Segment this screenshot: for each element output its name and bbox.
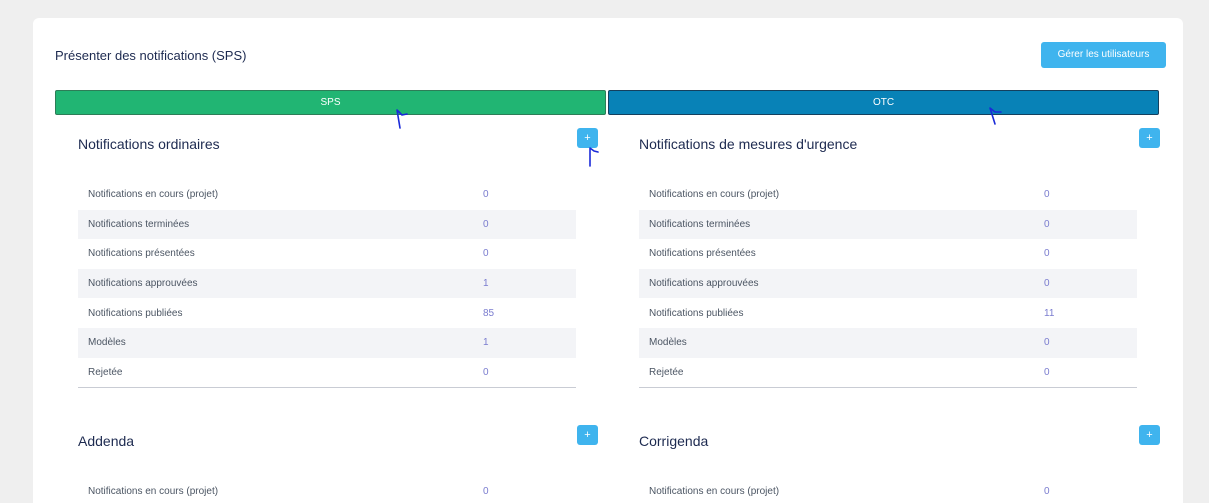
stat-label: Notifications en cours (projet) — [649, 189, 780, 201]
stat-value: 0 — [1044, 366, 1050, 378]
stat-value: 0 — [483, 248, 489, 260]
stat-row[interactable]: Notifications terminées 0 — [78, 209, 576, 240]
stat-row[interactable]: Notifications présentées 0 — [639, 239, 1137, 269]
stat-label: Notifications présentées — [88, 248, 195, 260]
stat-label: Modèles — [649, 337, 687, 349]
stat-row[interactable]: Notifications approuvées 1 — [78, 268, 576, 299]
corrigenda-stats-list: Notifications en cours (projet) 0 — [639, 477, 1137, 503]
stat-row[interactable]: Notifications présentées 0 — [78, 239, 576, 269]
add-emergency-notification-button[interactable]: + — [1139, 128, 1160, 148]
add-addendum-button[interactable]: + — [577, 425, 598, 445]
manage-users-button[interactable]: Gérer les utilisateurs — [1041, 42, 1166, 68]
ordinary-stats-list: Notifications en cours (projet) 0 Notific… — [78, 180, 576, 389]
stat-value: 0 — [483, 486, 489, 498]
stat-row[interactable]: Notifications en cours (projet) 0 — [78, 477, 576, 503]
stat-label: Rejetée — [649, 366, 684, 378]
stat-row[interactable]: Notifications en cours (projet) 0 — [639, 477, 1137, 503]
stat-label: Notifications publiées — [88, 307, 183, 319]
annotation-arrow-icon — [989, 107, 1002, 125]
stat-label: Notifications approuvées — [649, 278, 759, 290]
stat-row[interactable]: Rejetée 0 — [639, 358, 1137, 388]
stat-label: Notifications en cours (projet) — [88, 189, 219, 201]
stat-value: 1 — [483, 337, 489, 349]
section-title: Corrigenda — [639, 433, 709, 449]
stat-row[interactable]: Rejetée 0 — [78, 358, 576, 388]
tab-sps[interactable]: SPS — [55, 90, 606, 115]
stat-value: 0 — [483, 189, 489, 201]
stat-label: Notifications approuvées — [88, 278, 198, 290]
annotation-arrow-icon — [589, 147, 599, 167]
emergency-stats-list: Notifications en cours (projet) 0 Notific… — [639, 180, 1137, 389]
stat-value: 85 — [483, 307, 495, 319]
stat-row[interactable]: Notifications approuvées 0 — [639, 268, 1137, 299]
stat-label: Notifications en cours (projet) — [649, 486, 780, 498]
stat-label: Rejetée — [88, 366, 123, 378]
section-title: Notifications de mesures d'urgence — [639, 136, 858, 152]
stat-value: 0 — [1044, 486, 1050, 498]
stat-label: Notifications en cours (projet) — [88, 486, 219, 498]
stat-value: 0 — [1044, 337, 1050, 349]
stat-label: Notifications publiées — [649, 307, 744, 319]
stat-label: Notifications terminées — [88, 218, 190, 230]
notifications-card: Présenter des notifications (SPS) Gérer … — [33, 18, 1183, 503]
stat-value: 0 — [483, 218, 489, 230]
stat-label: Modèles — [88, 337, 126, 349]
stat-value: 0 — [1044, 248, 1050, 260]
stat-row[interactable]: Notifications publiées 85 — [78, 298, 576, 328]
stat-value: 11 — [1044, 307, 1055, 319]
section-title: Addenda — [78, 433, 135, 449]
stat-row[interactable]: Modèles 0 — [639, 327, 1137, 358]
stat-value: 0 — [483, 366, 489, 378]
add-corrigendum-button[interactable]: + — [1139, 425, 1160, 445]
stat-value: 1 — [483, 278, 489, 290]
stat-row[interactable]: Modèles 1 — [78, 327, 576, 358]
annotation-arrow-icon — [396, 109, 408, 129]
stat-value: 0 — [1044, 218, 1050, 230]
stat-label: Notifications terminées — [649, 218, 751, 230]
addenda-stats-list: Notifications en cours (projet) 0 — [78, 477, 576, 503]
stat-row[interactable]: Notifications publiées 11 — [639, 298, 1137, 328]
stat-row[interactable]: Notifications en cours (projet) 0 — [78, 180, 576, 210]
tab-otc[interactable]: OTC — [608, 90, 1159, 115]
section-title: Notifications ordinaires — [78, 136, 220, 152]
stat-row[interactable]: Notifications en cours (projet) 0 — [639, 180, 1137, 210]
stat-value: 0 — [1044, 189, 1050, 201]
stat-value: 0 — [1044, 278, 1050, 290]
page-title: Présenter des notifications (SPS) — [55, 48, 247, 63]
stat-row[interactable]: Notifications terminées 0 — [639, 209, 1137, 240]
stat-label: Notifications présentées — [649, 248, 756, 260]
